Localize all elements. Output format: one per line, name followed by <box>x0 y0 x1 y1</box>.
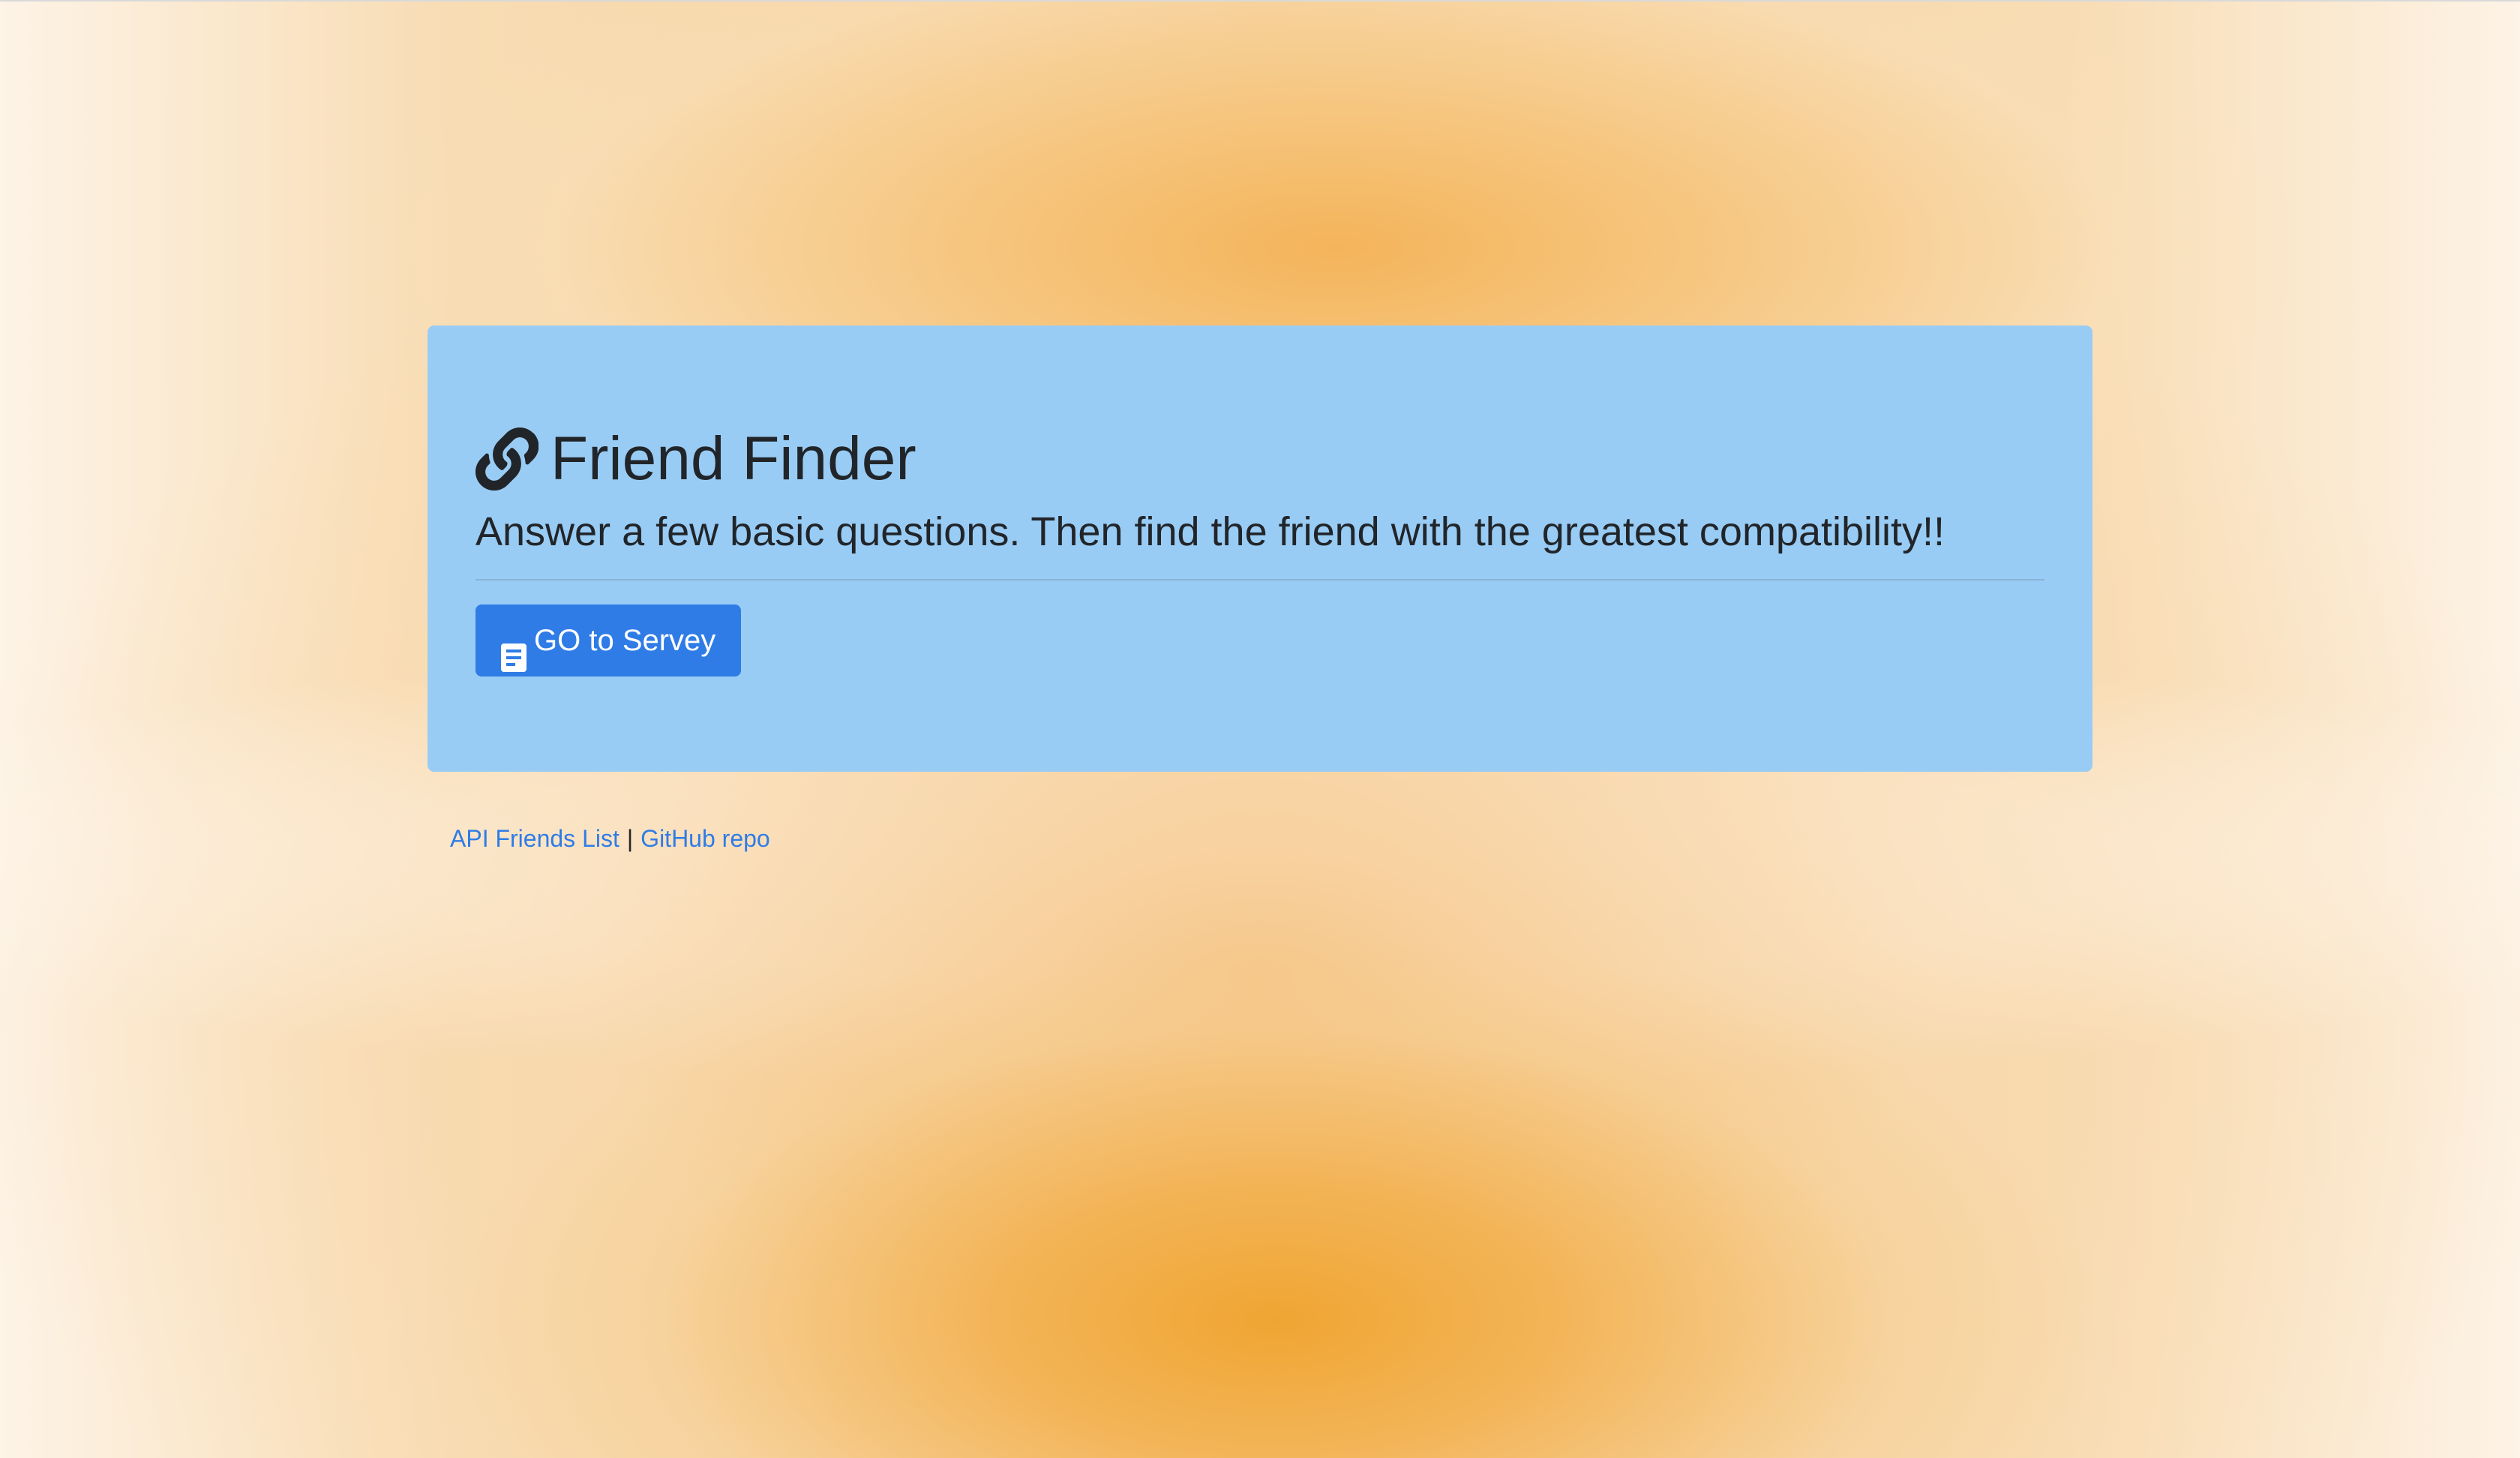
divider <box>476 579 2044 580</box>
link-icon <box>475 427 539 491</box>
lead-text: Answer a few basic questions. Then find … <box>476 509 1946 554</box>
title-row: Friend Finder <box>475 423 2044 495</box>
footer: API Friends List | GitHub repo <box>450 822 770 855</box>
api-friends-list-link[interactable]: API Friends List <box>450 825 620 852</box>
button-label: GO to Servey <box>534 624 716 657</box>
footer-separator: | <box>626 825 634 852</box>
jumbotron: Friend Finder Answer a few basic questio… <box>428 326 2092 772</box>
document-icon <box>501 626 526 672</box>
github-repo-link[interactable]: GitHub repo <box>640 825 770 852</box>
page-title: Friend Finder <box>550 424 916 493</box>
go-to-survey-button[interactable]: GO to Servey <box>476 604 742 676</box>
top-border <box>0 0 2520 2</box>
